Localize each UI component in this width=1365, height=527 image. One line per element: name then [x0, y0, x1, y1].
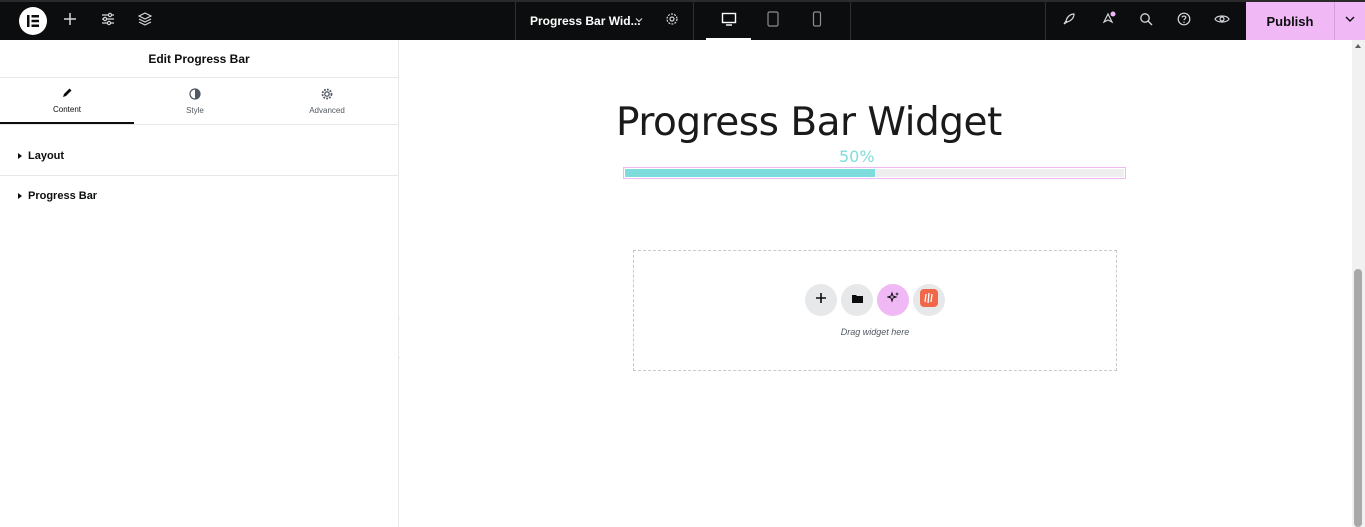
addon-button[interactable]: [913, 284, 945, 316]
top-bar: Progress Bar Wid... Publish: [0, 0, 1365, 40]
ai-sparkle-icon: [885, 291, 900, 309]
progress-fill: [625, 169, 875, 177]
scroll-up-icon[interactable]: [1355, 44, 1361, 48]
device-desktop-button[interactable]: [706, 2, 751, 40]
notifications-button[interactable]: [1097, 2, 1119, 40]
divider: [1045, 2, 1046, 40]
add-element-button[interactable]: [58, 2, 82, 40]
sliders-icon: [101, 12, 115, 31]
widget-heading[interactable]: Progress Bar Widget: [616, 100, 1002, 145]
empty-section-dropzone[interactable]: Drag widget here: [633, 250, 1117, 371]
canvas-scrollbar[interactable]: [1352, 40, 1365, 527]
tab-label: Advanced: [309, 105, 345, 115]
tab-label: Style: [186, 105, 204, 115]
section-layout[interactable]: Layout: [0, 137, 398, 176]
gear-icon: [321, 88, 333, 102]
progress-track: [625, 169, 1124, 177]
publish-button[interactable]: Publish: [1246, 2, 1334, 40]
eye-icon: [1214, 12, 1230, 30]
tab-style[interactable]: Style: [134, 78, 256, 124]
desktop-icon: [721, 12, 737, 31]
rocket-icon: [1062, 12, 1076, 31]
contrast-icon: [189, 87, 201, 102]
help-icon: [1177, 12, 1191, 31]
document-title[interactable]: Progress Bar Wid...: [530, 2, 641, 40]
pencil-icon: [61, 87, 73, 101]
ai-builder-button[interactable]: [877, 284, 909, 316]
template-library-button[interactable]: [841, 284, 873, 316]
scroll-thumb[interactable]: [1354, 269, 1362, 527]
tablet-icon: [766, 10, 780, 32]
publish-options-button[interactable]: [1334, 2, 1365, 40]
gear-icon: [665, 12, 679, 31]
layers-icon: [137, 11, 153, 31]
site-settings-button[interactable]: [96, 2, 120, 40]
tab-advanced[interactable]: Advanced: [256, 78, 398, 124]
add-section-button[interactable]: [805, 284, 837, 316]
panel-title: Edit Progress Bar: [0, 40, 398, 78]
elementor-logo-icon[interactable]: [19, 7, 47, 35]
device-mobile-button[interactable]: [795, 2, 839, 40]
template-library-icon: [851, 291, 864, 309]
editor-panel: Edit Progress Bar Content Style Advanced…: [0, 40, 399, 527]
chevron-down-icon: [1344, 12, 1356, 30]
section-label: Layout: [28, 150, 65, 162]
preview-canvas: Progress Bar Widget 50% Drag widget here: [400, 40, 1352, 527]
chevron-down-icon: [634, 12, 644, 30]
panel-tabs: Content Style Advanced: [0, 78, 398, 125]
device-tablet-button[interactable]: [751, 2, 795, 40]
dropzone-hint: Drag widget here: [840, 327, 910, 337]
section-progress-bar[interactable]: Progress Bar: [0, 176, 398, 215]
launchpad-button[interactable]: [1058, 2, 1080, 40]
help-button[interactable]: [1173, 2, 1195, 40]
divider: [850, 2, 851, 40]
progress-bar-widget[interactable]: [623, 167, 1126, 179]
search-icon: [1139, 12, 1153, 31]
add-section-icon: [815, 291, 827, 309]
notification-icon: [1100, 11, 1116, 32]
structure-button[interactable]: [133, 2, 157, 40]
caret-right-icon: [18, 153, 22, 159]
addon-icon: [919, 288, 939, 313]
mobile-icon: [811, 10, 823, 32]
section-label: Progress Bar: [28, 189, 98, 202]
divider: [693, 2, 694, 40]
tab-label: Content: [52, 104, 82, 114]
plus-icon: [63, 12, 77, 31]
tab-content[interactable]: Content: [0, 78, 134, 124]
dropzone-buttons: [805, 284, 945, 316]
page-settings-button[interactable]: [662, 2, 682, 40]
progress-percent-label: 50%: [839, 147, 875, 166]
document-menu-button[interactable]: [630, 2, 648, 40]
search-button[interactable]: [1135, 2, 1157, 40]
divider: [515, 2, 516, 40]
preview-button[interactable]: [1211, 2, 1233, 40]
caret-right-icon: [18, 192, 22, 199]
